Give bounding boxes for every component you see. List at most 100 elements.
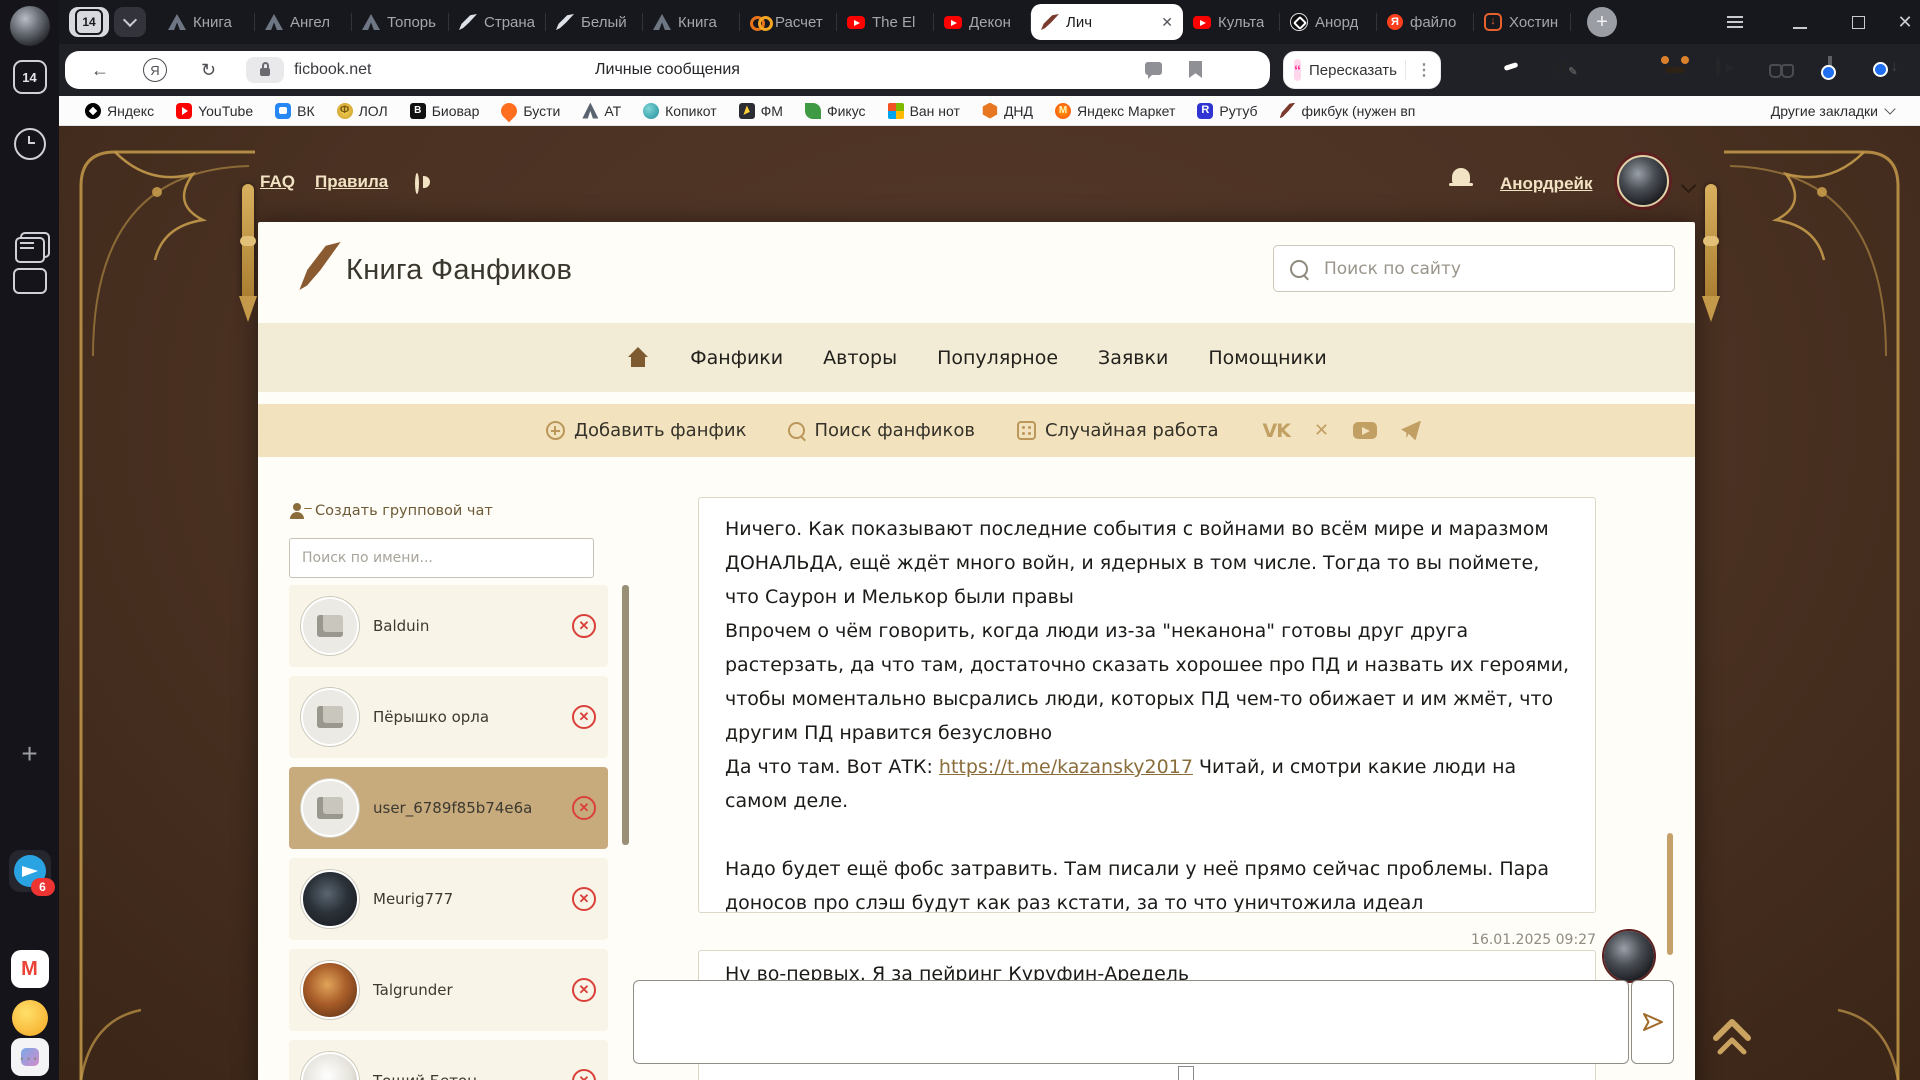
bookmark-item[interactable]: Биовар [410, 103, 480, 119]
delete-chat-icon[interactable]: ✕ [572, 705, 596, 729]
browser-tab[interactable]: Топорь [352, 0, 449, 44]
browser-tab[interactable]: Белый [546, 0, 643, 44]
nav-helpers[interactable]: Помощники [1208, 347, 1326, 369]
browser-menu-button[interactable] [1715, 0, 1755, 44]
browser-tab[interactable]: Ангел [255, 0, 352, 44]
comments-icon[interactable] [1145, 62, 1162, 75]
bookmark-item[interactable]: ФМ [739, 103, 783, 119]
browser-tab[interactable]: Книга [643, 0, 740, 44]
retell-menu-icon[interactable]: ⋮ [1405, 60, 1432, 80]
extension-play-icon[interactable] [1716, 56, 1720, 77]
chat-list-item[interactable]: Meurig777 ✕ [289, 858, 608, 940]
message-scrollbar[interactable] [1667, 833, 1673, 955]
chat-list-item[interactable]: Тощий Бетон ✕ [289, 1040, 608, 1080]
attachment-checkbox[interactable] [1178, 1066, 1194, 1080]
bookmark-item[interactable]: YouTube [176, 103, 253, 119]
site-search-input[interactable] [1322, 258, 1674, 280]
retell-button[interactable]: “ Пересказать ⋮ [1283, 51, 1441, 89]
bookmark-item[interactable]: АТ [582, 103, 621, 119]
profile-avatar[interactable] [10, 6, 50, 46]
sidebar-add-icon[interactable]: + [21, 738, 37, 770]
site-logo-text[interactable]: Книга Фанфиков [346, 254, 572, 287]
vk-icon[interactable]: VK [1263, 420, 1290, 442]
chat-search[interactable] [289, 538, 594, 578]
history-icon[interactable] [14, 128, 46, 160]
nav-requests[interactable]: Заявки [1098, 347, 1168, 369]
delete-chat-icon[interactable]: ✕ [572, 887, 596, 911]
bookmark-item[interactable]: Яндекс [85, 103, 154, 119]
theme-toggle-icon[interactable] [415, 173, 419, 194]
telegram-icon[interactable] [1401, 421, 1421, 441]
nav-popular[interactable]: Популярное [937, 347, 1058, 369]
x-icon[interactable]: ✕ [1314, 420, 1329, 441]
chat-search-input[interactable] [290, 550, 593, 566]
bookmark-item[interactable]: Копикот [643, 103, 717, 119]
yandex-app-icon[interactable] [12, 1000, 48, 1036]
chevron-down-icon [123, 13, 137, 27]
browser-tab[interactable]: Страна [449, 0, 546, 44]
other-bookmarks-button[interactable]: Другие закладки [1771, 103, 1894, 119]
minimize-button[interactable] [1780, 0, 1820, 44]
chat-list-scrollbar[interactable] [622, 585, 629, 845]
rules-link[interactable]: Правила [315, 172, 388, 192]
chat-list-item-selected[interactable]: user_6789f85b74e6a ✕ [289, 767, 608, 849]
close-tab-icon[interactable]: ✕ [1161, 14, 1173, 31]
notes-icon[interactable] [20, 232, 50, 258]
browser-tab-active[interactable]: Лич ✕ [1031, 4, 1183, 40]
restore-button[interactable] [1838, 0, 1878, 44]
delete-chat-icon[interactable]: ✕ [572, 796, 596, 820]
delete-chat-icon[interactable]: ✕ [572, 1069, 596, 1080]
username-link[interactable]: Анордрейк [1500, 174, 1592, 194]
browser-tab[interactable]: файло [1377, 0, 1474, 44]
bookmark-item[interactable]: Фикус [805, 103, 866, 119]
tab-counter-button[interactable]: 14 [69, 7, 109, 37]
nav-fanfics[interactable]: Фанфики [690, 347, 783, 369]
faq-link[interactable]: FAQ [260, 172, 295, 192]
bookmark-item[interactable]: ЛОЛ [337, 103, 388, 119]
bookmark-item[interactable]: Рутуб [1197, 103, 1257, 119]
bookmark-item[interactable]: фикбук (нужен вп [1280, 103, 1416, 119]
nav-authors[interactable]: Авторы [823, 347, 897, 369]
close-window-button[interactable]: ✕ [1885, 0, 1920, 44]
omnibox[interactable]: ← Я ↻ ficbook.net Личные сообщения [65, 51, 1270, 89]
mail-app-icon[interactable]: M [11, 950, 49, 988]
message-input[interactable] [633, 980, 1629, 1064]
browser-tab[interactable]: Расчет [740, 0, 837, 44]
delete-chat-icon[interactable]: ✕ [572, 614, 596, 638]
bookmark-item[interactable]: ВК [275, 103, 315, 119]
youtube-icon[interactable] [1353, 422, 1377, 439]
site-search[interactable] [1273, 245, 1675, 292]
browser-tab[interactable]: The El [837, 0, 934, 44]
new-tab-button[interactable]: + [1587, 7, 1617, 37]
extension-translate-icon[interactable]: A [1554, 58, 1578, 82]
search-fanfics-link[interactable]: Поиск фанфиков [788, 420, 975, 441]
add-fanfic-link[interactable]: Добавить фанфик [546, 420, 746, 441]
screens-icon[interactable] [13, 268, 47, 294]
tab-list-dropdown[interactable] [114, 7, 146, 37]
scroll-to-top-button[interactable] [1708, 1010, 1756, 1058]
site-logo-feather-icon[interactable] [299, 238, 340, 293]
bookmark-item[interactable]: Бусти [501, 103, 560, 119]
create-group-chat-link[interactable]: Создать групповой чат [289, 503, 493, 519]
bookmark-item[interactable]: Яндекс Маркет [1055, 103, 1175, 119]
user-avatar[interactable] [1617, 155, 1669, 207]
chat-list-item[interactable]: Balduin ✕ [289, 585, 608, 667]
message-link[interactable]: https://t.me/kazansky2017 [939, 756, 1193, 778]
bookmark-item[interactable]: Ван нот [888, 103, 960, 119]
browser-tab[interactable]: Анорд [1280, 0, 1377, 44]
send-button[interactable] [1631, 980, 1674, 1064]
sidebar-more-icon[interactable]: ⋯ [19, 1046, 41, 1071]
chat-list-item[interactable]: Пёрышко орла ✕ [289, 676, 608, 758]
browser-tab[interactable]: Декон [934, 0, 1031, 44]
extension-page-icon[interactable] [1828, 56, 1832, 77]
delete-chat-icon[interactable]: ✕ [572, 978, 596, 1002]
tabs-panel-icon[interactable]: 14 [13, 60, 47, 94]
random-work-link[interactable]: Случайная работа [1017, 420, 1219, 441]
bookmark-item[interactable]: ДНД [982, 103, 1033, 119]
browser-tab[interactable]: Культа [1183, 0, 1280, 44]
chat-list-item[interactable]: Talgrunder ✕ [289, 949, 608, 1031]
browser-tab[interactable]: Хостин [1474, 0, 1571, 44]
browser-tab[interactable]: Книга [158, 0, 255, 44]
telegram-app-icon[interactable]: 6 [9, 850, 51, 892]
home-icon[interactable] [626, 347, 650, 369]
